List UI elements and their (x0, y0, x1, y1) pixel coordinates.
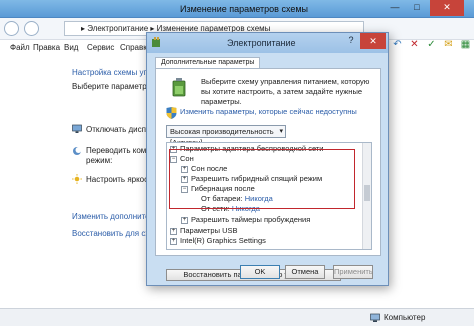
check-icon[interactable]: ✓ (425, 38, 438, 51)
delete-icon[interactable]: ✕ (408, 38, 421, 51)
menu-tools[interactable]: Сервис (87, 43, 114, 52)
highlight-box (169, 149, 355, 209)
maximize-button[interactable]: □ (406, 0, 428, 16)
brightness-icon (72, 174, 82, 184)
restore-defaults-link[interactable]: Восстановить для схе (72, 229, 154, 238)
tree-item-usb-settings[interactable]: + Параметры USB (170, 226, 237, 236)
expand-icon[interactable]: + (181, 216, 188, 224)
menu-edit[interactable]: Правка (33, 43, 60, 52)
panel-description: Выберите схему управления питанием, кото… (201, 77, 370, 106)
minimize-button[interactable]: — (384, 0, 406, 16)
apply-button[interactable]: Применить (333, 265, 373, 279)
advanced-settings-link[interactable]: Изменить дополнител (72, 212, 154, 221)
sleep-icon (73, 147, 82, 155)
power-app-icon (152, 37, 160, 47)
expand-icon[interactable]: + (170, 227, 177, 235)
display-off-label: Отключать диспле (86, 125, 156, 134)
undo-icon[interactable]: ↶ (391, 38, 404, 51)
scrollbar-thumb[interactable] (364, 185, 370, 201)
back-button[interactable] (4, 21, 19, 36)
dialog-title: Электропитание (227, 38, 296, 48)
mail-icon[interactable]: ✉ (442, 38, 455, 51)
computer-icon (370, 313, 380, 322)
advanced-settings-panel: Выберите схему управления питанием, кото… (155, 68, 381, 281)
toolbar: ↶ ✕ ✓ ✉ ▦ (391, 38, 472, 56)
window-title: Изменение параметров схемы (180, 4, 309, 14)
menu-file[interactable]: Файл (10, 43, 30, 52)
change-unavailable-settings-link[interactable]: Изменить параметры, которые сейчас недос… (180, 107, 357, 116)
grid-icon[interactable]: ▦ (459, 38, 472, 51)
help-button[interactable]: ? (344, 35, 358, 48)
tree-item-intel-graphics[interactable]: + Intel(R) Graphics Settings (170, 236, 266, 246)
expand-icon[interactable]: + (170, 237, 177, 245)
chevron-down-icon: ▾ (279, 128, 283, 135)
monitor-icon (72, 124, 82, 133)
tree-item-wake-timers[interactable]: + Разрешить таймеры пробуждения (181, 215, 310, 225)
dialog-close-button[interactable]: ✕ (360, 33, 386, 49)
close-button[interactable]: ✕ (430, 0, 464, 16)
settings-tree: + Параметры адаптера беспроводной сети − С… (166, 142, 372, 250)
sleep-label-cont: режим: (86, 156, 113, 165)
sleep-label: Переводить компь (86, 146, 155, 155)
forward-button[interactable] (24, 21, 39, 36)
menu-view[interactable]: Вид (64, 43, 78, 52)
cancel-button[interactable]: Отмена (285, 265, 325, 279)
ok-button[interactable]: OK (240, 265, 280, 279)
window-titlebar: Изменение параметров схемы — □ ✕ (0, 0, 474, 18)
power-plan-select[interactable]: Высокая производительность [Активен] ▾ (166, 125, 286, 147)
power-options-dialog: Электропитание ? ✕ Дополнительные параме… (146, 32, 389, 286)
status-bar: Компьютер (0, 308, 474, 326)
dialog-titlebar: Электропитание ? ✕ (147, 33, 388, 53)
tree-scrollbar[interactable] (362, 143, 371, 249)
shield-icon (166, 107, 177, 119)
battery-icon (172, 78, 186, 97)
status-computer-label: Компьютер (384, 313, 426, 322)
